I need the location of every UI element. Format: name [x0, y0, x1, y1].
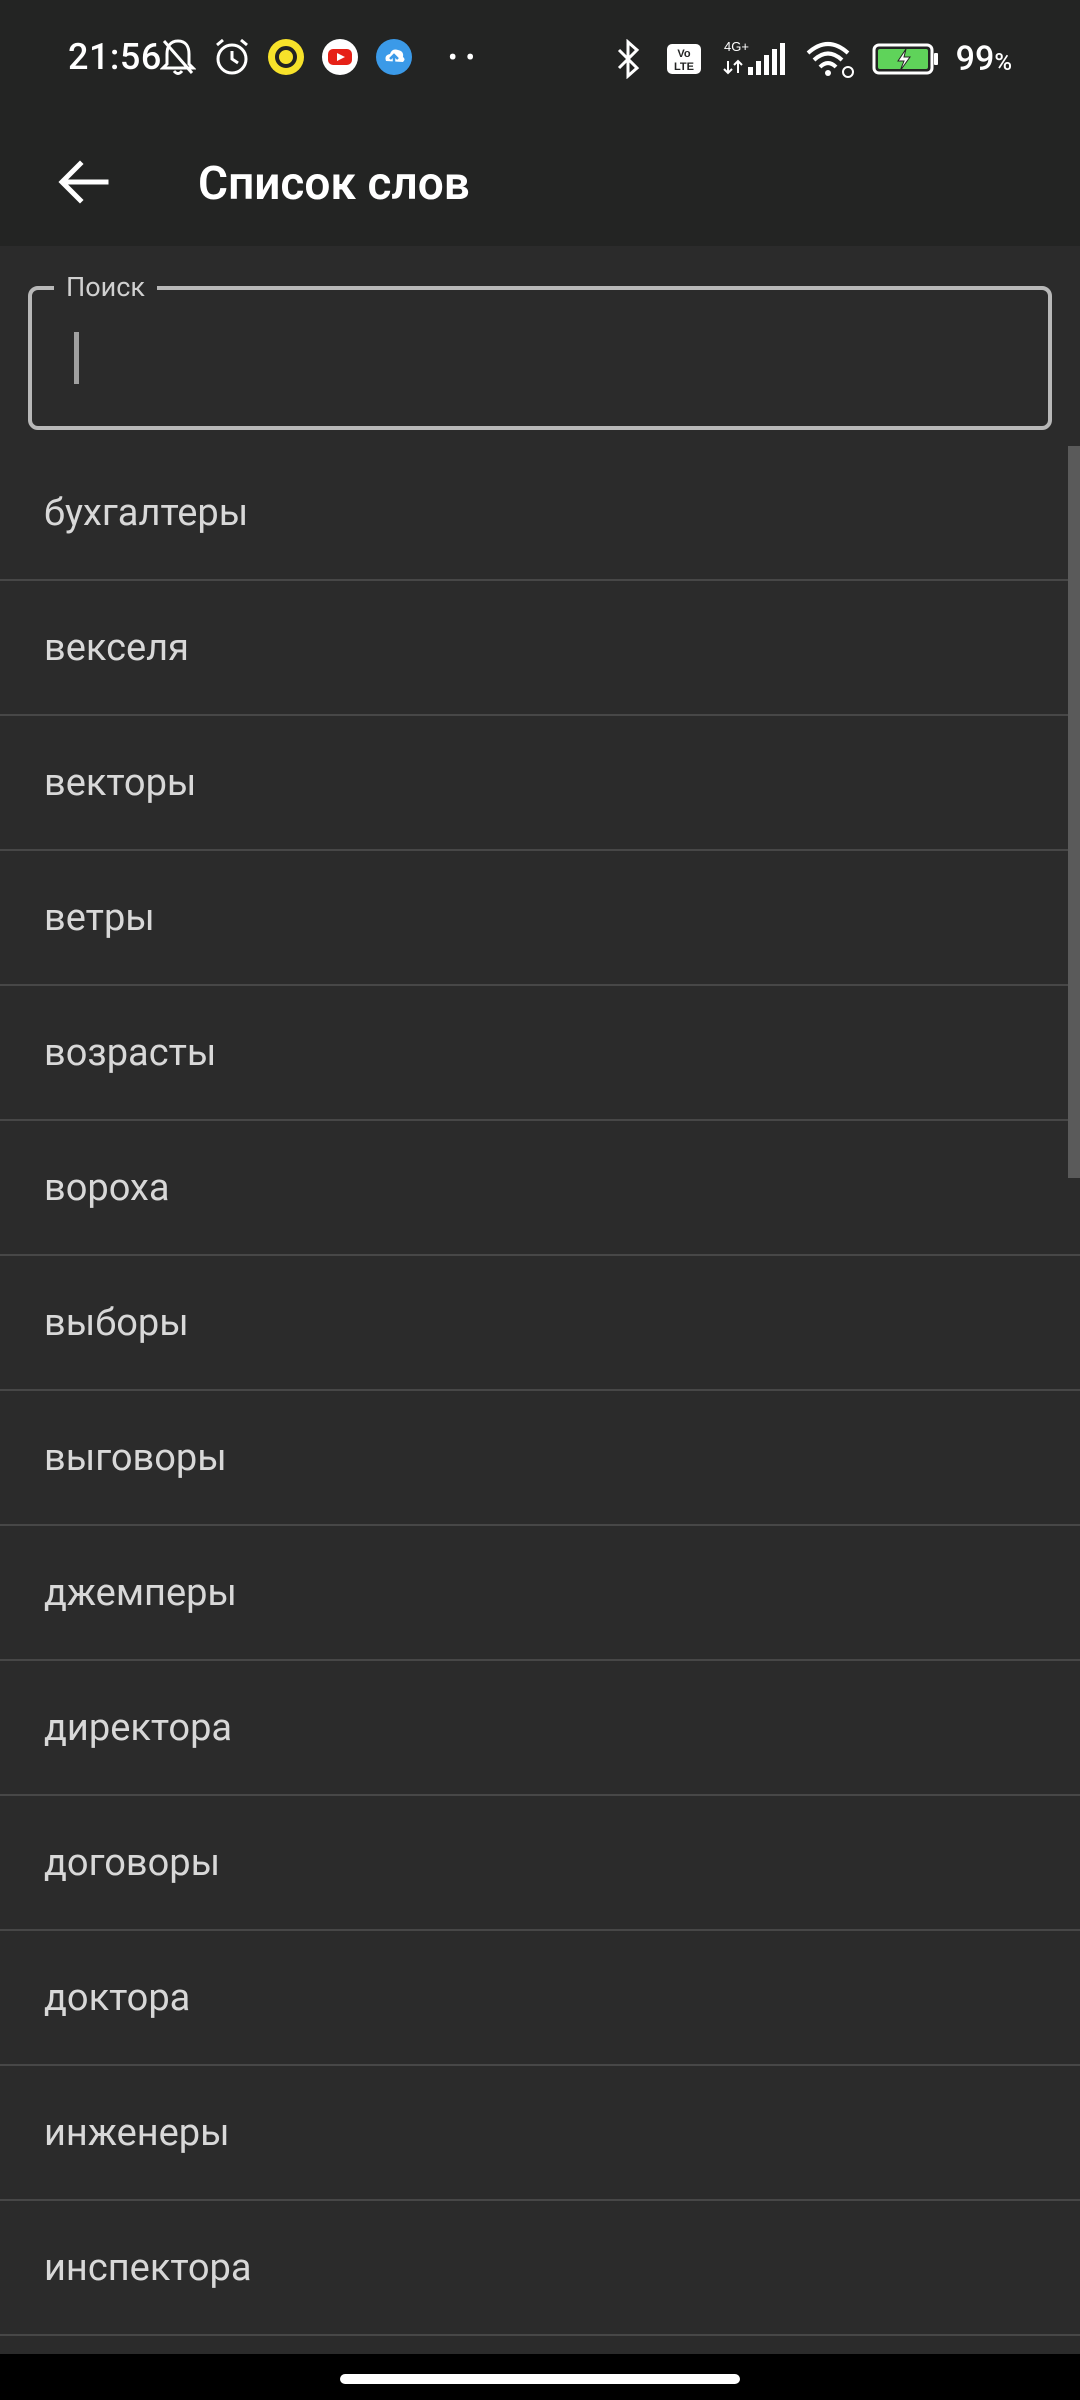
list-item[interactable]: инспектора — [0, 2201, 1080, 2336]
alarm-icon — [212, 37, 252, 77]
svg-text:LTE: LTE — [674, 61, 694, 73]
list-item[interactable]: договоры — [0, 1796, 1080, 1931]
list-item[interactable]: векселя — [0, 581, 1080, 716]
arrow-left-icon — [58, 160, 109, 204]
word-list[interactable]: бухгалтеры векселя векторы ветры возраст… — [0, 446, 1080, 2346]
navigation-bar — [0, 2354, 1080, 2400]
scrollbar[interactable] — [1068, 446, 1080, 1178]
list-item[interactable]: возрасты — [0, 986, 1080, 1121]
list-item[interactable]: выборы — [0, 1256, 1080, 1391]
list-item[interactable]: директора — [0, 1661, 1080, 1796]
search-input[interactable] — [32, 290, 1048, 426]
app-bar: Список слов — [0, 120, 1080, 246]
list-item[interactable]: бухгалтеры — [0, 446, 1080, 581]
cloud-upload-icon — [374, 37, 414, 77]
system-icons: Vo LTE 4G+ 99% — [608, 34, 1012, 84]
more-notifications-icon: •• — [448, 40, 483, 74]
home-indicator[interactable] — [340, 2374, 740, 2384]
page-title: Список слов — [198, 157, 470, 211]
list-item[interactable]: ветры — [0, 851, 1080, 986]
text-cursor — [74, 332, 79, 384]
bluetooth-icon — [608, 39, 648, 79]
svg-text:Vo: Vo — [677, 48, 691, 60]
svg-text:4G+: 4G+ — [724, 39, 749, 54]
list-item[interactable]: инженеры — [0, 2066, 1080, 2201]
yellow-circle-app-icon — [266, 37, 306, 77]
search-field[interactable]: Поиск — [28, 270, 1052, 430]
list-item[interactable]: выговоры — [0, 1391, 1080, 1526]
status-bar: 21:56 •• Vo LTE 4G+ 99% — [0, 0, 1080, 120]
notification-icons: •• — [158, 32, 483, 82]
list-item[interactable]: джемперы — [0, 1526, 1080, 1661]
list-item[interactable]: векторы — [0, 716, 1080, 851]
cellular-signal-icon: 4G+ — [720, 39, 788, 79]
battery-percent: 99% — [955, 39, 1012, 79]
back-button[interactable] — [44, 142, 124, 222]
youtube-icon — [320, 37, 360, 77]
status-time: 21:56 — [68, 36, 162, 78]
volte-icon: Vo LTE — [664, 39, 704, 79]
list-item[interactable]: доктора — [0, 1931, 1080, 2066]
bell-muted-icon — [158, 37, 198, 77]
battery-charging-icon — [872, 39, 940, 79]
list-item[interactable]: вороха — [0, 1121, 1080, 1256]
wifi-icon — [804, 39, 856, 79]
